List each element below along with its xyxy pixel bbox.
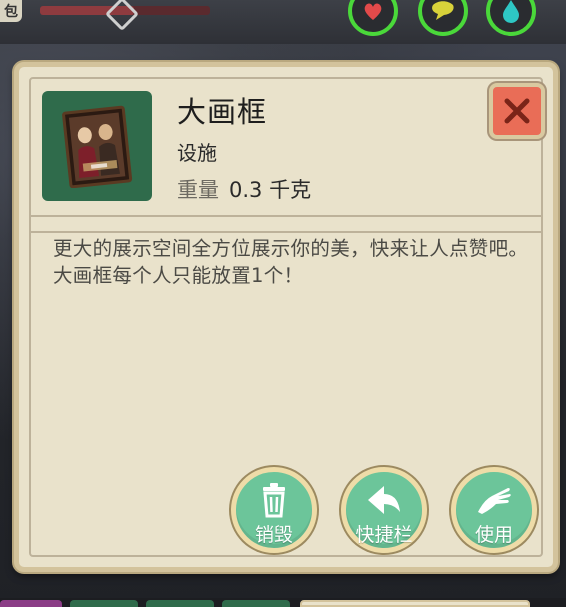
bottom-slot[interactable]: [70, 600, 138, 607]
use-button[interactable]: 使用: [451, 467, 537, 553]
destroy-label: 销毁: [254, 524, 293, 546]
picture-frame-icon: [62, 105, 133, 188]
item-description: 更大的展示空间全方位展示你的美，快来让人点赞吧。大画框每个人只能放置1个！: [53, 237, 529, 287]
weight-value: 0.3 千克: [229, 178, 312, 202]
heart-icon: [364, 3, 382, 20]
item-thumbnail: [42, 91, 152, 201]
bottom-slot[interactable]: [222, 600, 290, 607]
chat-status-button[interactable]: [418, 0, 468, 36]
shortcut-arrow-icon: [368, 486, 400, 514]
bottom-slot[interactable]: [146, 600, 214, 607]
use-label: 使用: [474, 524, 513, 546]
water-drop-icon: [503, 0, 519, 23]
trash-icon: [263, 483, 285, 518]
hand-use-icon: [478, 488, 511, 514]
section-divider: [31, 215, 541, 233]
top-hud: 包: [0, 0, 566, 44]
destroy-button[interactable]: 销毁: [231, 467, 317, 553]
weight-label: 重量: [177, 178, 219, 202]
diamond-icon: [105, 0, 139, 31]
bag-tab[interactable]: 包: [0, 0, 22, 22]
bottom-slot[interactable]: [0, 600, 62, 607]
heart-status-button[interactable]: [348, 0, 398, 36]
item-category: 设施: [177, 141, 217, 165]
chat-bubble-icon: [432, 1, 454, 20]
water-status-button[interactable]: [486, 0, 536, 36]
bottom-slot[interactable]: [300, 600, 530, 607]
item-name: 大画框: [177, 95, 268, 129]
item-detail-panel: 大画框 设施 重量 0.3 千克 更大的展示空间全方位展示你的美，快来让人点赞吧。…: [14, 62, 558, 572]
item-weight: 重量 0.3 千克: [177, 174, 311, 204]
close-x-icon: [504, 98, 530, 124]
shortcut-bar-button[interactable]: 快捷栏: [341, 467, 427, 553]
close-button[interactable]: [489, 83, 545, 139]
shortcut-bar-label: 快捷栏: [355, 524, 413, 546]
